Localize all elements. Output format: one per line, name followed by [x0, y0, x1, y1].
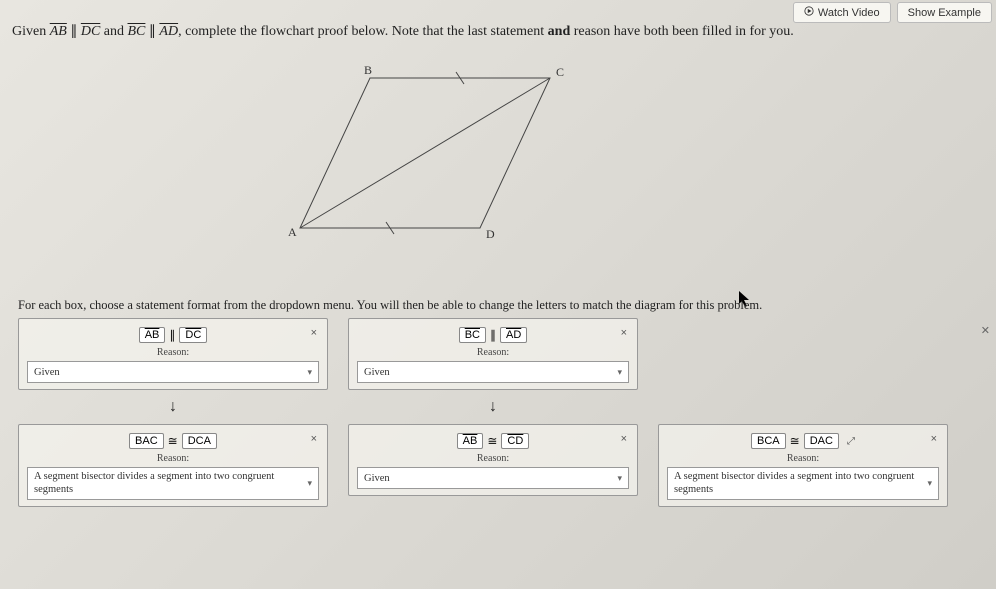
angle-token[interactable]: BAC [129, 433, 164, 449]
reason-label: Reason: [357, 453, 629, 464]
chevron-down-icon: ▾ [617, 367, 622, 378]
vertex-c-label: C [556, 65, 564, 79]
close-icon[interactable]: × [311, 327, 317, 339]
proof-card-2: BC ∥ AD × Reason: Given▾ [348, 318, 638, 390]
segment-token[interactable]: CD [501, 433, 529, 449]
chevron-down-icon: ▾ [927, 478, 932, 489]
segment-token[interactable]: BC [459, 327, 486, 343]
watch-video-label: Watch Video [818, 7, 880, 19]
angle-token[interactable]: DCA [182, 433, 217, 449]
chevron-down-icon: ▾ [307, 367, 312, 378]
chevron-down-icon: ▾ [307, 478, 312, 489]
flow-arrow-icon: ↓ [169, 398, 177, 416]
reason-label: Reason: [357, 347, 629, 358]
show-example-button[interactable]: Show Example [897, 2, 992, 23]
flow-arrow-icon: ↓ [489, 398, 497, 416]
close-icon[interactable]: × [311, 433, 317, 445]
reason-label: Reason: [27, 453, 319, 464]
segment-token[interactable]: AB [139, 327, 166, 343]
flowchart-proof: AB ∥ DC × Reason: Given▾ ↓ BAC ≅ DCA × R… [18, 318, 986, 507]
watch-video-button[interactable]: Watch Video [793, 2, 891, 23]
instruction-text: For each box, choose a statement format … [18, 298, 762, 313]
angle-token[interactable]: BCA [751, 433, 786, 449]
play-icon [804, 6, 814, 19]
geometry-diagram: B C A D [270, 58, 590, 263]
reason-dropdown[interactable]: Given▾ [357, 467, 629, 489]
expand-icon[interactable]: ⤢ [847, 436, 855, 447]
proof-card-1: AB ∥ DC × Reason: Given▾ [18, 318, 328, 390]
segment-token[interactable]: AD [500, 327, 527, 343]
chevron-down-icon: ▾ [617, 473, 622, 484]
reason-dropdown[interactable]: Given▾ [357, 361, 629, 383]
close-icon[interactable]: × [621, 433, 627, 445]
vertex-d-label: D [486, 227, 495, 241]
reason-label: Reason: [667, 453, 939, 464]
problem-prompt: Given AB ∥ DC and BC ∥ AD, complete the … [12, 22, 984, 42]
angle-token[interactable]: DAC [804, 433, 839, 449]
close-icon[interactable]: × [621, 327, 627, 339]
reason-dropdown[interactable]: A segment bisector divides a segment int… [27, 467, 319, 500]
vertex-b-label: B [364, 63, 372, 77]
vertex-a-label: A [288, 225, 297, 239]
reason-dropdown[interactable]: Given▾ [27, 361, 319, 383]
segment-token[interactable]: DC [179, 327, 207, 343]
segment-token[interactable]: AB [457, 433, 484, 449]
close-icon[interactable]: × [931, 433, 937, 445]
reason-label: Reason: [27, 347, 319, 358]
proof-card-4: AB ≅ CD × Reason: Given▾ [348, 424, 638, 496]
reason-dropdown[interactable]: A segment bisector divides a segment int… [667, 467, 939, 500]
proof-card-5: BCA ≅ DAC ⤢ × Reason: A segment bisector… [658, 424, 948, 507]
show-example-label: Show Example [908, 7, 981, 19]
proof-card-3: BAC ≅ DCA × Reason: A segment bisector d… [18, 424, 328, 507]
